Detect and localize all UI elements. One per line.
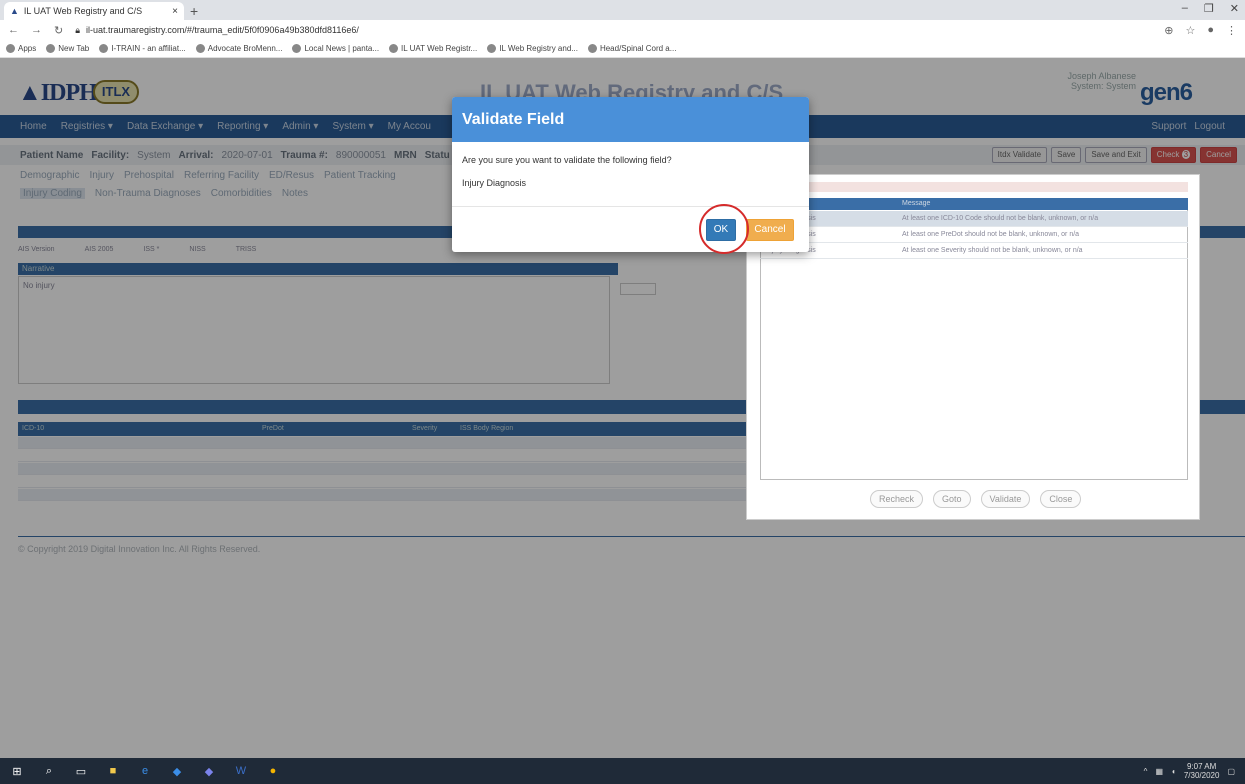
bookmark-icon xyxy=(587,44,597,53)
dialog-field-name: Injury Diagnosis xyxy=(462,178,527,188)
validate-button[interactable]: Validate xyxy=(980,490,1031,508)
bookmark-icon xyxy=(6,44,15,53)
bookmark-item[interactable]: IL UAT Web Registr... xyxy=(389,44,477,53)
bookmark-label: Apps xyxy=(18,44,37,53)
check-row-message: At least one ICD-10 Code should not be b… xyxy=(902,215,1099,222)
browser-tab-bar: ▲ IL UAT Web Registry and C/S × + – ❐ ✕ xyxy=(0,0,1245,20)
check-row-message: At least one PreDot should not be blank,… xyxy=(902,231,1080,238)
clock[interactable]: 9:07 AM 7/30/2020 xyxy=(1184,762,1220,780)
dialog-question: Are you sure you want to validate the fo… xyxy=(462,155,672,165)
outlook-icon[interactable]: ◆ xyxy=(170,764,184,778)
check-row[interactable]: Injury Diagnosis At least one PreDot sho… xyxy=(760,227,1188,243)
check-row[interactable]: Injury Diagnosis At least one Severity s… xyxy=(760,243,1188,259)
notifications-icon[interactable]: ▢ xyxy=(1227,767,1235,776)
windows-taskbar: ⊞ ⌕ ▭ ■ e ◆ ◆ W ● ^ ▦ ◖ 9:07 AM 7/30/202… xyxy=(0,758,1245,784)
bookmark-label: Local News | panta... xyxy=(304,44,380,53)
bookmark-icon xyxy=(292,44,302,53)
clock-date: 7/30/2020 xyxy=(1183,771,1220,780)
dialog-cancel-button[interactable]: Cancel xyxy=(746,219,794,241)
check-panel-buttons: Recheck Goto Validate Close xyxy=(870,490,1082,508)
bookmark-label: IL Web Registry and... xyxy=(499,44,578,53)
check-panel-header xyxy=(760,182,1188,192)
tab-title: IL UAT Web Registry and C/S xyxy=(23,6,143,16)
star-icon[interactable]: ☆ xyxy=(1185,24,1195,37)
window-controls: – ❐ ✕ xyxy=(1182,2,1239,15)
new-tab-icon[interactable]: + xyxy=(190,3,198,19)
check-row[interactable]: Injury Diagnosis At least one ICD-10 Cod… xyxy=(760,211,1188,227)
menu-icon[interactable]: ⋮ xyxy=(1226,24,1237,37)
volume-icon[interactable]: ◖ xyxy=(1171,767,1176,776)
bookmark-icon xyxy=(487,44,497,53)
bookmark-item[interactable]: Advocate BroMenn... xyxy=(195,44,283,53)
chrome-icon[interactable]: ● xyxy=(266,764,280,778)
bookmark-label: IL UAT Web Registr... xyxy=(401,44,478,53)
profile-icon[interactable]: ● xyxy=(1207,24,1214,37)
bookmarks-bar: Apps New Tab I-TRAIN - an affiliat... Advoc… xyxy=(0,40,1245,58)
close-tab-icon[interactable]: × xyxy=(172,6,178,17)
network-icon[interactable]: ▦ xyxy=(1155,767,1163,776)
word-icon[interactable]: W xyxy=(234,764,248,778)
zoom-icon[interactable]: ⊕ xyxy=(1164,24,1173,37)
close-window-icon[interactable]: ✕ xyxy=(1230,2,1239,15)
forward-icon[interactable]: → xyxy=(31,24,42,36)
search-icon[interactable]: ⌕ xyxy=(42,764,56,778)
bookmark-label: Head/Spinal Cord a... xyxy=(599,44,677,53)
dialog-title: Validate Field xyxy=(452,97,809,142)
bookmark-item[interactable]: Apps xyxy=(6,44,36,53)
bookmark-item[interactable]: Local News | panta... xyxy=(292,44,379,53)
edge-icon[interactable]: e xyxy=(138,764,152,778)
bookmark-icon xyxy=(99,44,109,53)
check-col-message: Message xyxy=(902,200,931,207)
system-tray: ^ ▦ ◖ 9:07 AM 7/30/2020 ▢ xyxy=(1144,762,1235,780)
address-bar-row: ← → ↻ 🔒︎ il-uat.traumaregistry.com/#/tra… xyxy=(0,20,1245,40)
bookmark-item[interactable]: New Tab xyxy=(46,44,89,53)
check-row-message: At least one Severity should not be blan… xyxy=(902,247,1083,254)
recheck-button[interactable]: Recheck xyxy=(870,490,924,508)
goto-button[interactable]: Goto xyxy=(933,490,971,508)
clock-time: 9:07 AM xyxy=(1186,762,1217,771)
back-icon[interactable]: ← xyxy=(8,24,19,36)
bookmark-label: I-TRAIN - an affiliat... xyxy=(111,44,186,53)
lock-icon: 🔒︎ xyxy=(75,24,81,35)
bookmark-icon xyxy=(389,44,399,53)
url-bar[interactable]: 🔒︎ il-uat.traumaregistry.com/#/trauma_ed… xyxy=(75,25,359,36)
bookmark-icon xyxy=(46,44,56,53)
teams-icon[interactable]: ◆ xyxy=(202,764,216,778)
minimize-icon[interactable]: – xyxy=(1182,2,1188,15)
url-text: il-uat.traumaregistry.com/#/trauma_edit/… xyxy=(86,25,359,35)
reload-icon[interactable]: ↻ xyxy=(54,24,63,37)
favicon-icon: ▲ xyxy=(10,6,19,16)
bookmark-item[interactable]: IL Web Registry and... xyxy=(487,44,578,53)
bookmark-label: Advocate BroMenn... xyxy=(207,44,283,53)
tray-chevron-icon[interactable]: ^ xyxy=(1144,767,1148,776)
bookmark-label: New Tab xyxy=(58,44,90,53)
bookmark-item[interactable]: I-TRAIN - an affiliat... xyxy=(99,44,186,53)
bookmark-item[interactable]: Head/Spinal Cord a... xyxy=(587,44,677,53)
restore-icon[interactable]: ❐ xyxy=(1204,2,1214,15)
task-view-icon[interactable]: ▭ xyxy=(74,764,88,778)
highlight-circle xyxy=(699,204,749,254)
bookmark-icon xyxy=(195,44,205,53)
browser-tab[interactable]: ▲ IL UAT Web Registry and C/S × xyxy=(4,2,184,20)
close-button[interactable]: Close xyxy=(1040,490,1082,508)
file-explorer-icon[interactable]: ■ xyxy=(106,764,120,778)
dialog-divider xyxy=(452,206,809,207)
windows-start-icon[interactable]: ⊞ xyxy=(10,764,24,778)
check-table-header: Message xyxy=(760,198,1188,210)
